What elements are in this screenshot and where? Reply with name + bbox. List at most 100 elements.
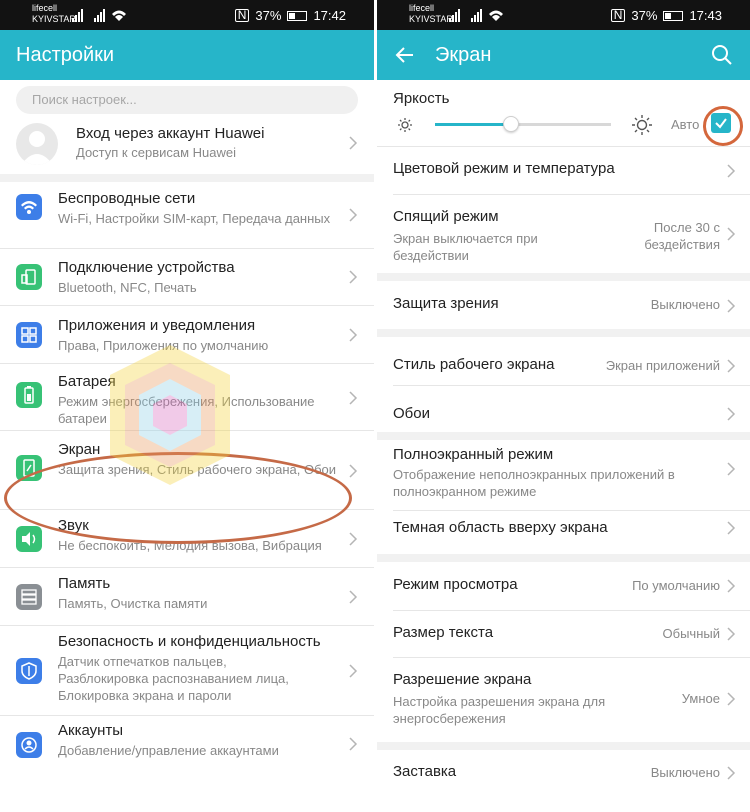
clock: 17:42 xyxy=(313,8,346,23)
screensaver-row[interactable]: Заставка Выключено xyxy=(393,750,750,800)
item-subtitle: Защита зрения, Стиль рабочего экрана, Об… xyxy=(58,462,337,477)
full-screen-row[interactable]: Полноэкранный режим Отображение неполноэ… xyxy=(393,440,750,511)
color-mode-row[interactable]: Цветовой режим и температура xyxy=(393,147,750,195)
sun-small-icon xyxy=(398,118,412,132)
section-gap xyxy=(377,432,750,440)
item-title: Аккаунты xyxy=(58,722,124,739)
item-subtitle: Отображение неполноэкранных приложений в… xyxy=(393,467,675,499)
clock: 17:43 xyxy=(689,8,722,23)
sidebar-item-security[interactable]: Безопасность и конфиденциальность Датчик… xyxy=(0,626,374,716)
item-title: Спящий режим xyxy=(393,208,499,225)
sidebar-item-sound[interactable]: Звук Не беспокоить, Мелодия вызова, Вибр… xyxy=(0,510,374,568)
text-size-row[interactable]: Размер текста Обычный xyxy=(393,611,750,658)
account-icon xyxy=(16,732,42,758)
sidebar-item-apps[interactable]: Приложения и уведомления Права, Приложен… xyxy=(0,306,374,364)
sleep-mode-row[interactable]: Спящий режим Экран выключается при безде… xyxy=(393,195,750,273)
section-gap xyxy=(377,742,750,750)
chevron-right-icon xyxy=(727,627,736,641)
shield-icon xyxy=(16,658,42,684)
display-icon xyxy=(16,455,42,481)
battery-status-icon xyxy=(287,10,308,21)
app-bar: Настройки xyxy=(0,30,374,80)
item-title: Темная область вверху экрана xyxy=(393,519,608,536)
eye-comfort-row[interactable]: Защита зрения Выключено xyxy=(393,281,750,329)
sidebar-item-display[interactable]: Экран Защита зрения, Стиль рабочего экра… xyxy=(0,431,374,510)
home-screen-style-row[interactable]: Стиль рабочего экрана Экран приложений xyxy=(393,337,750,386)
sidebar-item-battery[interactable]: Батарея Режим энергосбережения, Использо… xyxy=(0,364,374,431)
chevron-right-icon xyxy=(349,136,358,150)
screen-resolution-row[interactable]: Разрешение экрана Настройка разрешения э… xyxy=(393,658,750,742)
huawei-account-row[interactable]: Вход через аккаунт Huawei Доступ к серви… xyxy=(0,120,374,182)
signal-icon xyxy=(449,9,503,22)
item-title: Обои xyxy=(393,405,430,422)
brightness-label: Яркость xyxy=(393,90,450,107)
account-subtitle: Доступ к сервисам Huawei xyxy=(76,145,236,160)
chevron-right-icon xyxy=(727,299,736,313)
wifi-icon xyxy=(16,194,42,220)
chevron-right-icon xyxy=(727,407,736,421)
sidebar-item-storage[interactable]: Память Память, Очистка памяти xyxy=(0,568,374,626)
checkmark-icon xyxy=(715,118,727,129)
text-size-value: Обычный xyxy=(662,626,720,641)
item-title: Беспроводные сети xyxy=(58,190,196,207)
item-subtitle: Не беспокоить, Мелодия вызова, Вибрация xyxy=(58,538,322,553)
chevron-right-icon xyxy=(727,227,736,241)
item-subtitle: Режим энергосбережения, Использование ба… xyxy=(58,394,315,426)
view-mode-row[interactable]: Режим просмотра По умолчанию xyxy=(393,562,750,611)
item-title: Память xyxy=(58,575,111,592)
item-subtitle: Добавление/управление аккаунтами xyxy=(58,743,279,758)
carrier-2: KYIVSTAR xyxy=(32,14,76,24)
account-title: Вход через аккаунт Huawei xyxy=(76,125,265,142)
chevron-right-icon xyxy=(349,270,358,284)
chevron-right-icon xyxy=(349,464,358,478)
back-arrow-icon[interactable] xyxy=(393,43,417,67)
chevron-right-icon xyxy=(727,766,736,780)
sun-large-icon xyxy=(632,115,652,135)
chevron-right-icon xyxy=(349,328,358,342)
chevron-right-icon xyxy=(727,521,736,535)
chevron-right-icon xyxy=(349,391,358,405)
brightness-slider-thumb[interactable] xyxy=(502,116,519,132)
sleep-mode-value: После 30 с бездействия xyxy=(644,220,720,252)
auto-brightness-checkbox[interactable] xyxy=(711,113,731,133)
chevron-right-icon xyxy=(349,737,358,751)
section-gap xyxy=(377,273,750,281)
device-connection-icon xyxy=(16,264,42,290)
sidebar-item-accounts[interactable]: Аккаунты Добавление/управление аккаунтам… xyxy=(0,716,374,774)
item-subtitle: Экран выключается при бездействии xyxy=(393,231,538,263)
item-title: Размер текста xyxy=(393,624,494,641)
page-title: Экран xyxy=(435,44,492,66)
chevron-right-icon xyxy=(727,359,736,373)
wallpaper-row[interactable]: Обои xyxy=(393,386,750,432)
battery-status-icon xyxy=(663,10,684,21)
item-title: Экран xyxy=(58,441,101,458)
chevron-right-icon xyxy=(349,208,358,222)
search-icon[interactable] xyxy=(710,43,734,67)
notch-row[interactable]: Темная область вверху экрана xyxy=(393,511,750,554)
chevron-right-icon xyxy=(727,164,736,178)
carrier-2: KYIVSTAR xyxy=(409,14,453,24)
item-title: Полноэкранный режим xyxy=(393,446,554,463)
chevron-right-icon xyxy=(349,590,358,604)
app-bar: Экран xyxy=(377,30,750,80)
settings-search-input[interactable]: Поиск настроек... xyxy=(16,86,358,114)
item-title: Батарея xyxy=(58,373,116,390)
item-title: Приложения и уведомления xyxy=(58,317,256,334)
status-bar: lifecell KYIVSTAR N 37% 17:42 xyxy=(0,0,374,30)
brightness-slider[interactable] xyxy=(435,116,611,132)
display-settings-screen: lifecell KYIVSTAR N 37% 17:43 Экран Ярко… xyxy=(377,0,750,812)
sidebar-item-wireless[interactable]: Беспроводные сети Wi-Fi, Настройки SIM-к… xyxy=(0,182,374,249)
chevron-right-icon xyxy=(727,462,736,476)
item-subtitle: Настройка разрешения экрана для энергосб… xyxy=(393,694,606,726)
item-title: Цветовой режим и температура xyxy=(393,160,615,177)
status-bar: lifecell KYIVSTAR N 37% 17:43 xyxy=(377,0,750,30)
section-gap xyxy=(377,329,750,337)
sidebar-item-device-connection[interactable]: Подключение устройства Bluetooth, NFC, П… xyxy=(0,249,374,306)
page-title: Настройки xyxy=(16,44,115,66)
item-title: Режим просмотра xyxy=(393,576,518,593)
avatar xyxy=(16,123,58,165)
brightness-row: Яркость Авто xyxy=(377,80,750,147)
chevron-right-icon xyxy=(349,532,358,546)
item-title: Безопасность и конфиденциальность xyxy=(58,633,321,650)
chevron-right-icon xyxy=(349,664,358,678)
